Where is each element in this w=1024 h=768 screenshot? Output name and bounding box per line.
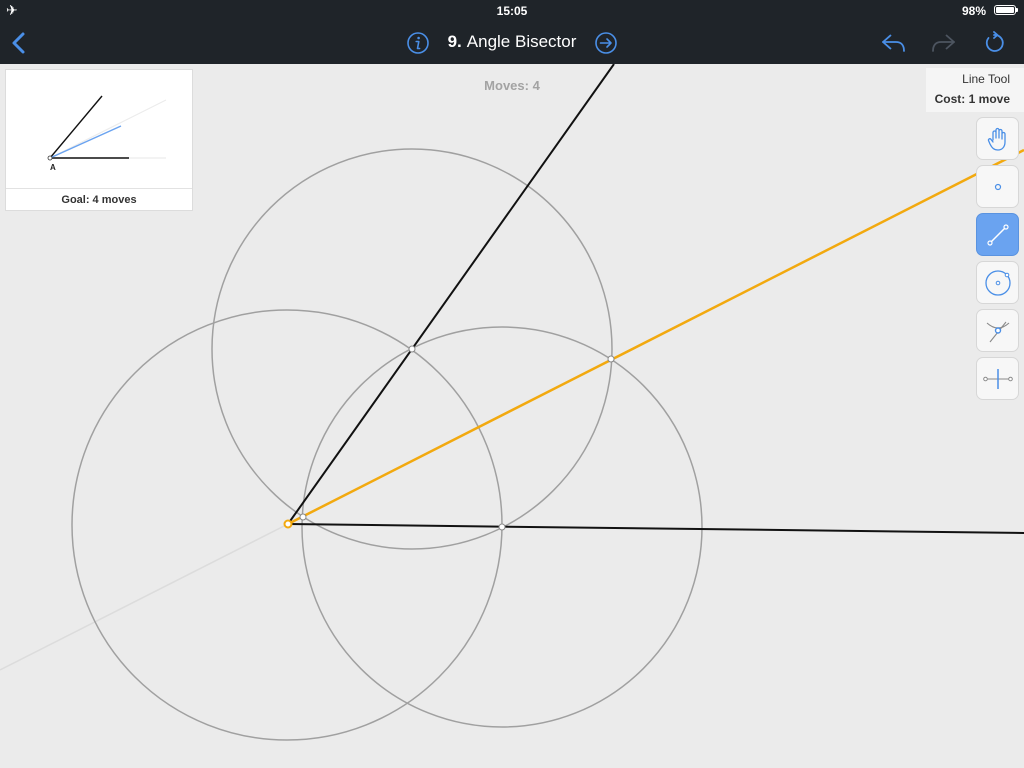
hand-tool-button[interactable] bbox=[976, 117, 1019, 160]
undo-button[interactable] bbox=[877, 26, 911, 60]
intersection-point[interactable] bbox=[607, 355, 615, 363]
point-icon bbox=[994, 183, 1001, 190]
goal-label: Goal: 4 moves bbox=[6, 188, 192, 210]
status-bar: ✈ 15:05 98% bbox=[0, 0, 1024, 22]
tool-info-panel: Line Tool Cost: 1 move bbox=[926, 68, 1024, 112]
arrow-right-circle-icon bbox=[595, 32, 617, 54]
line-tool-button[interactable] bbox=[976, 213, 1019, 256]
goal-point-label: A bbox=[50, 163, 56, 172]
goal-diagram: A bbox=[47, 95, 167, 172]
restart-button[interactable] bbox=[977, 26, 1011, 60]
redo-button[interactable] bbox=[926, 26, 960, 60]
level-name: Angle Bisector bbox=[466, 32, 577, 51]
intersect-icon bbox=[986, 321, 1009, 342]
restart-icon bbox=[985, 31, 1004, 52]
perpendicular-bisector-icon bbox=[982, 368, 1013, 389]
intersection-point[interactable] bbox=[498, 523, 506, 531]
next-level-button[interactable] bbox=[589, 26, 623, 60]
info-icon bbox=[407, 32, 429, 54]
undo-icon bbox=[882, 34, 905, 52]
tool-cost: Cost: 1 move bbox=[934, 92, 1010, 106]
angle-ray-upper[interactable] bbox=[287, 64, 615, 525]
navigation-bar: 9. Angle Bisector bbox=[0, 22, 1024, 64]
point-tool-button[interactable] bbox=[976, 165, 1019, 208]
goal-preview-card: A Goal: 4 moves bbox=[5, 69, 193, 211]
redo-icon bbox=[932, 34, 955, 52]
perpendicular-bisector-tool-button[interactable] bbox=[976, 357, 1019, 400]
intersection-point[interactable] bbox=[299, 513, 307, 521]
bisector-extension-line bbox=[0, 523, 289, 671]
bisector-line[interactable] bbox=[287, 148, 1024, 526]
circle-icon bbox=[984, 269, 1011, 296]
top-bar: ✈ 15:05 98% 9. Angle Bisector bbox=[0, 0, 1024, 64]
status-time: 15:05 bbox=[496, 4, 528, 18]
battery-icon bbox=[994, 5, 1018, 15]
battery-percent: 98% bbox=[961, 4, 986, 18]
intersection-tool-button[interactable] bbox=[976, 309, 1019, 352]
tool-name: Line Tool bbox=[962, 72, 1010, 86]
vertex-point-a[interactable] bbox=[283, 519, 293, 529]
angle-ray-lower[interactable] bbox=[287, 523, 1024, 534]
level-title: 9. Angle Bisector bbox=[0, 32, 1024, 52]
chevron-left-icon bbox=[12, 32, 25, 54]
level-number: 9. bbox=[447, 32, 462, 51]
intersection-point[interactable] bbox=[408, 345, 416, 353]
info-button[interactable] bbox=[401, 26, 435, 60]
line-icon bbox=[986, 223, 1009, 246]
moves-counter: Moves: 4 bbox=[484, 78, 540, 93]
hand-icon bbox=[987, 127, 1006, 151]
circle-tool-button[interactable] bbox=[976, 261, 1019, 304]
back-button[interactable] bbox=[2, 26, 36, 60]
